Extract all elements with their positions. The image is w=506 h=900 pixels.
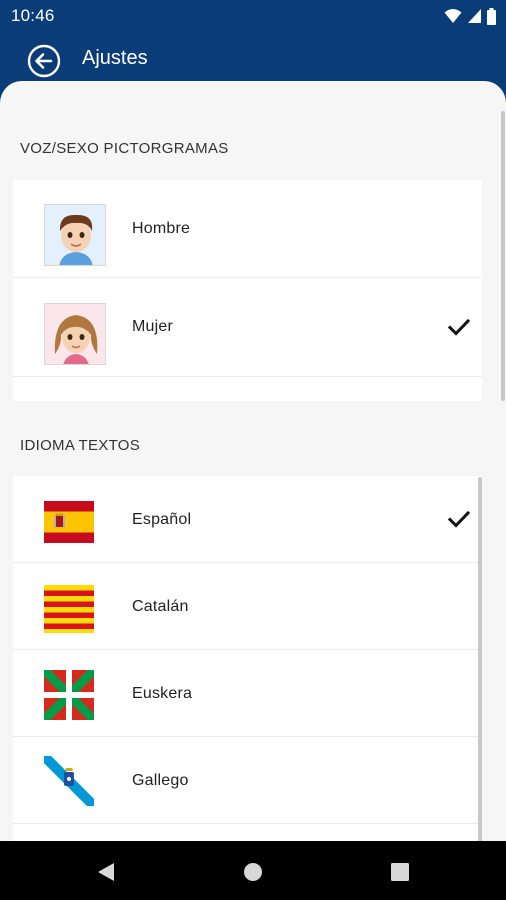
section-header-language: IDIOMA TEXTOS [20, 437, 141, 454]
battery-icon [487, 7, 496, 25]
status-icons [444, 7, 496, 25]
language-list-scrollbar[interactable] [478, 477, 482, 841]
girl-avatar-icon [44, 303, 106, 365]
toolbar: Ajustes [0, 32, 506, 88]
back-triangle-icon[interactable] [95, 861, 117, 883]
voice-options-card: Hombre Mujer [13, 180, 482, 401]
page-title: Ajustes [82, 47, 148, 69]
catalonia-flag-icon [44, 585, 94, 633]
option-label: Hombre [132, 220, 191, 237]
signal-icon [468, 9, 481, 23]
arrow-left-circle-icon [27, 44, 61, 78]
option-gallego[interactable]: Gallego [13, 737, 482, 824]
basque-flag-icon [44, 670, 94, 720]
page-scrollbar[interactable] [501, 111, 505, 401]
option-label: Euskera [132, 685, 193, 702]
section-header-voice: VOZ/SEXO PICTORGRAMAS [20, 140, 229, 157]
option-espanol[interactable]: Español [13, 476, 482, 563]
option-label: Mujer [132, 318, 174, 335]
option-label: Español [132, 511, 192, 528]
option-hombre[interactable]: Hombre [13, 180, 482, 278]
option-label: Gallego [132, 772, 189, 789]
settings-content[interactable]: VOZ/SEXO PICTORGRAMAS Hombre Mujer IDIOM… [0, 81, 506, 841]
home-circle-icon[interactable] [242, 861, 264, 883]
status-time: 10:46 [11, 6, 55, 25]
option-catalan[interactable]: Catalán [13, 563, 482, 650]
option-euskera[interactable]: Euskera [13, 650, 482, 737]
language-options-card: Español Catalán Euskera Gallego [13, 476, 482, 841]
boy-avatar-icon [44, 204, 106, 266]
checkmark-icon [447, 318, 471, 336]
option-label: Catalán [132, 598, 189, 615]
recents-square-icon[interactable] [389, 861, 411, 883]
galicia-flag-icon [44, 756, 94, 806]
spain-flag-icon [44, 501, 94, 543]
option-mujer[interactable]: Mujer [13, 278, 482, 377]
system-navigation-bar [0, 841, 506, 900]
checkmark-icon [447, 510, 471, 528]
status-bar: 10:46 [0, 0, 506, 32]
back-button[interactable] [26, 43, 62, 79]
wifi-icon [444, 9, 462, 23]
